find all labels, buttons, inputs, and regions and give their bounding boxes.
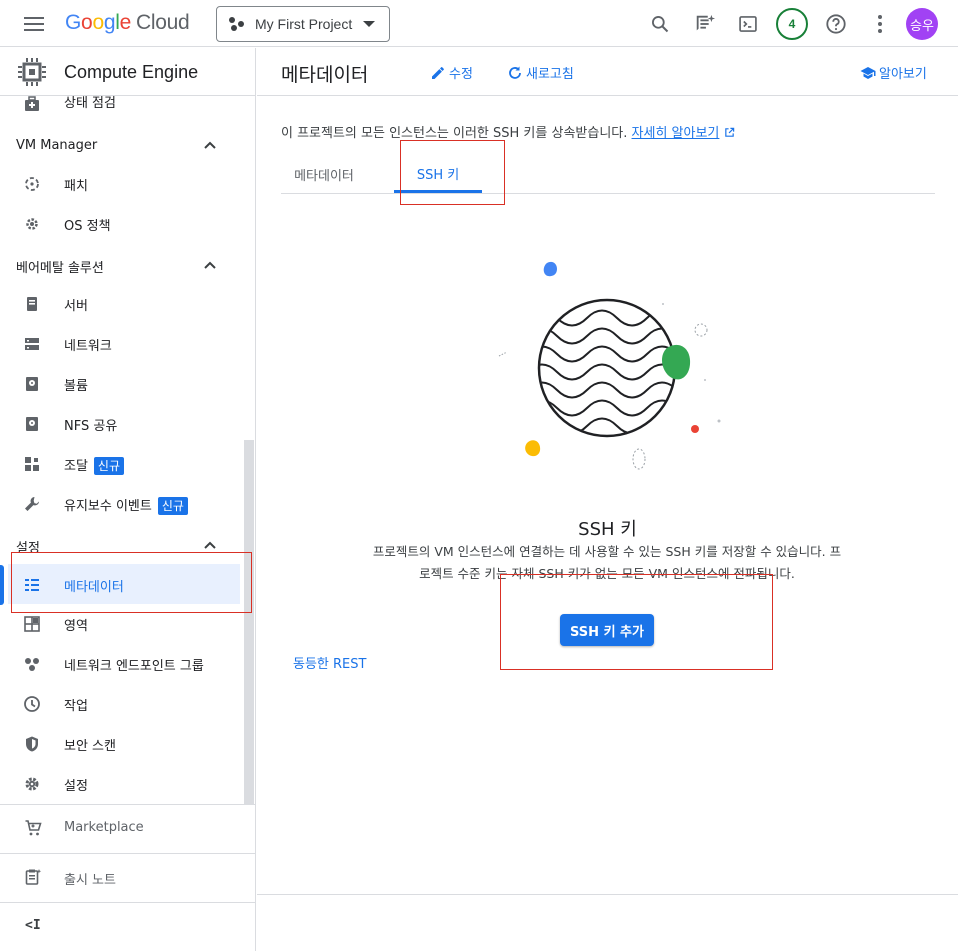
sidebar-item-procurement[interactable]: 조달 신규	[0, 443, 240, 483]
empty-state-title: SSH 키	[578, 519, 637, 540]
sidebar-item-os-policy[interactable]: OS 정책	[0, 203, 240, 243]
sidebar-item-marketplace[interactable]: Marketplace	[0, 805, 255, 851]
equivalent-rest-link[interactable]: 동등한 REST	[293, 653, 366, 672]
cart-icon	[25, 820, 42, 836]
collapse-icon: <I	[25, 918, 41, 933]
nfs-share-icon	[26, 417, 38, 431]
learn-button[interactable]: 알아보기	[860, 63, 927, 82]
inheritance-info: 이 프로젝트의 모든 인스턴스는 이러한 SSH 키를 상속받습니다. 자세히 …	[281, 122, 735, 141]
new-badge: 신규	[93, 457, 125, 475]
empty-state-description: 프로젝트의 VM 인스턴스에 연결하는 데 사용할 수 있는 SSH 키를 저장…	[372, 544, 842, 581]
sidebar-item-volume[interactable]: 볼륨	[0, 363, 240, 403]
procurement-icon	[25, 457, 39, 471]
chevron-up-icon[interactable]	[204, 140, 216, 152]
divider	[0, 902, 255, 903]
sidebar-item-metadata[interactable]: 메타데이터	[8, 564, 240, 604]
project-selector[interactable]: My First Project	[216, 6, 390, 42]
sidebar-item-nfs[interactable]: NFS 공유	[0, 403, 240, 443]
sidebar-nav: 상태 점검 VM Manager 패치 OS 정책 베어메탈 솔루션 서버 네트…	[0, 48, 255, 808]
chevron-up-icon[interactable]	[204, 260, 216, 272]
refresh-icon	[509, 66, 521, 79]
edit-button[interactable]: 수정	[430, 63, 473, 82]
chevron-down-icon	[363, 21, 375, 27]
external-link-icon	[724, 127, 734, 137]
help-icon[interactable]	[821, 9, 851, 39]
main-content: 메타데이터 수정 새로고침 알아보기 이 프로젝트의 모든 인스턴스는 이러한 …	[257, 48, 958, 951]
collapse-sidebar-button[interactable]: <I	[0, 906, 255, 946]
chevron-up-icon[interactable]	[204, 540, 216, 552]
sidebar: 상태 점검 VM Manager 패치 OS 정책 베어메탈 솔루션 서버 네트…	[0, 48, 256, 951]
sidebar-item-release-notes[interactable]: 출시 노트	[0, 854, 255, 900]
ssh-keys-illustration	[498, 261, 721, 470]
more-vert-icon[interactable]	[865, 9, 895, 39]
medical-bag-icon	[25, 96, 39, 111]
search-icon[interactable]	[645, 9, 675, 39]
sidebar-item-security-scan[interactable]: 보안 스캔	[0, 723, 240, 763]
patch-icon	[25, 177, 39, 191]
project-icon	[229, 17, 245, 31]
sidebar-item-patch[interactable]: 패치	[0, 163, 240, 203]
page-title: 메타데이터	[281, 64, 369, 86]
endpoint-group-icon	[25, 658, 39, 671]
add-ssh-key-button[interactable]: SSH 키 추가	[560, 614, 654, 646]
sidebar-item-zones[interactable]: 영역	[0, 603, 240, 643]
tab-metadata[interactable]: 메타데이터	[281, 156, 367, 193]
disk-icon	[26, 377, 38, 391]
cloud-shell-icon[interactable]	[733, 9, 763, 39]
server-icon	[27, 297, 37, 311]
product-title: Compute Engine	[64, 62, 199, 82]
project-name: My First Project	[255, 16, 353, 32]
release-notes-icon	[25, 869, 42, 885]
sidebar-item-neg[interactable]: 네트워크 엔드포인트 그룹	[0, 643, 240, 683]
sidebar-item-server[interactable]: 서버	[0, 283, 240, 323]
divider	[257, 894, 958, 895]
wrench-icon	[25, 497, 39, 511]
main-menu-icon[interactable]	[18, 12, 50, 36]
sidebar-item-settings[interactable]: 설정	[0, 763, 240, 803]
sidebar-scrollbar[interactable]	[244, 440, 254, 804]
section-baremetal[interactable]: 베어메탈 솔루션	[16, 257, 104, 276]
top-bar: Google Cloud My First Project 4 승우	[0, 0, 958, 47]
settings-gear-icon	[25, 777, 39, 791]
gemini-chat-icon[interactable]	[690, 9, 720, 39]
notifications-badge[interactable]: 4	[776, 8, 808, 40]
active-indicator	[0, 565, 4, 605]
refresh-button[interactable]: 새로고침	[507, 63, 574, 82]
section-vm-manager[interactable]: VM Manager	[16, 138, 97, 153]
compute-engine-chip-icon	[18, 58, 46, 86]
gear-icon	[26, 218, 38, 230]
clock-icon	[24, 696, 40, 712]
sidebar-item-maintenance[interactable]: 유지보수 이벤트 신규	[0, 483, 240, 523]
account-avatar[interactable]: 승우	[906, 8, 938, 40]
zones-icon	[24, 616, 40, 632]
sidebar-item-network[interactable]: 네트워크	[0, 323, 240, 363]
pencil-icon	[432, 66, 444, 79]
product-header: Compute Engine	[0, 48, 255, 96]
page-header: 메타데이터 수정 새로고침 알아보기	[257, 48, 958, 96]
tab-ssh-keys[interactable]: SSH 키	[394, 156, 482, 193]
google-cloud-logo[interactable]: Google Cloud	[65, 11, 190, 35]
learn-more-link[interactable]: 자세히 알아보기	[632, 126, 720, 141]
network-icon	[25, 338, 39, 350]
tab-bar: 메타데이터 SSH 키	[281, 156, 935, 194]
sidebar-item-operations[interactable]: 작업	[0, 683, 240, 723]
list-icon	[25, 579, 39, 591]
new-badge: 신규	[157, 497, 188, 515]
shield-icon	[26, 736, 38, 752]
section-settings[interactable]: 설정	[16, 537, 40, 556]
school-icon	[860, 66, 876, 79]
